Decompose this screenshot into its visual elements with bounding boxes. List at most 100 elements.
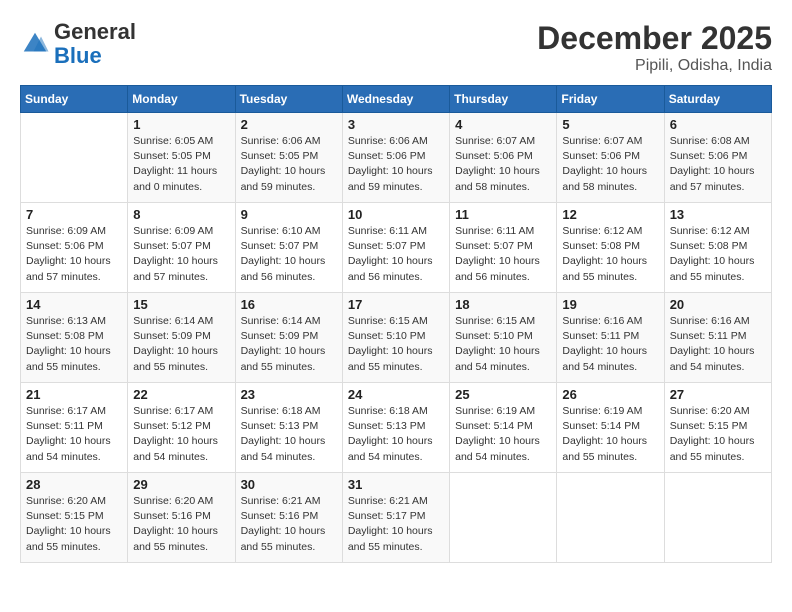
- day-cell: 12 Sunrise: 6:12 AMSunset: 5:08 PMDayligh…: [557, 203, 664, 293]
- day-cell: 10 Sunrise: 6:11 AMSunset: 5:07 PMDayligh…: [342, 203, 449, 293]
- week-row-2: 7 Sunrise: 6:09 AMSunset: 5:06 PMDaylight…: [21, 203, 772, 293]
- day-cell: [21, 113, 128, 203]
- day-info: Sunrise: 6:17 AMSunset: 5:12 PMDaylight:…: [133, 404, 229, 465]
- day-info: Sunrise: 6:19 AMSunset: 5:14 PMDaylight:…: [455, 404, 551, 465]
- day-number: 11: [455, 207, 551, 222]
- day-number: 28: [26, 477, 122, 492]
- day-info: Sunrise: 6:09 AMSunset: 5:07 PMDaylight:…: [133, 224, 229, 285]
- day-cell: 29Sunrise: 6:20 AMSunset: 5:16 PMDayligh…: [128, 473, 235, 563]
- column-header-thursday: Thursday: [450, 86, 557, 113]
- day-number: 10: [348, 207, 444, 222]
- day-cell: 21 Sunrise: 6:17 AMSunset: 5:11 PMDayligh…: [21, 383, 128, 473]
- day-cell: [557, 473, 664, 563]
- day-number: 22: [133, 387, 229, 402]
- week-row-4: 21 Sunrise: 6:17 AMSunset: 5:11 PMDayligh…: [21, 383, 772, 473]
- week-row-3: 14Sunrise: 6:13 AMSunset: 5:08 PMDayligh…: [21, 293, 772, 383]
- header-row: SundayMondayTuesdayWednesdayThursdayFrid…: [21, 86, 772, 113]
- day-info: Sunrise: 6:19 AMSunset: 5:14 PMDaylight:…: [562, 404, 658, 465]
- week-row-5: 28 Sunrise: 6:20 AMSunset: 5:15 PMDayligh…: [21, 473, 772, 563]
- day-info: Sunrise: 6:10 AMSunset: 5:07 PMDaylight:…: [241, 224, 337, 285]
- day-number: 2: [241, 117, 337, 132]
- day-cell: 31Sunrise: 6:21 AMSunset: 5:17 PMDayligh…: [342, 473, 449, 563]
- day-number: 13: [670, 207, 766, 222]
- day-info: Sunrise: 6:12 AMSunset: 5:08 PMDaylight:…: [670, 224, 766, 285]
- day-info: Sunrise: 6:21 AMSunset: 5:16 PMDaylight:…: [241, 494, 337, 555]
- day-number: 6: [670, 117, 766, 132]
- day-number: 15: [133, 297, 229, 312]
- calendar-header: SundayMondayTuesdayWednesdayThursdayFrid…: [21, 86, 772, 113]
- day-info: Sunrise: 6:15 AMSunset: 5:10 PMDaylight:…: [455, 314, 551, 375]
- calendar-body: 1 Sunrise: 6:05 AMSunset: 5:05 PMDaylight…: [21, 113, 772, 563]
- day-number: 4: [455, 117, 551, 132]
- day-info: Sunrise: 6:09 AMSunset: 5:06 PMDaylight:…: [26, 224, 122, 285]
- day-number: 3: [348, 117, 444, 132]
- location-subtitle: Pipili, Odisha, India: [537, 57, 772, 75]
- day-cell: [450, 473, 557, 563]
- day-cell: 5 Sunrise: 6:07 AMSunset: 5:06 PMDaylight…: [557, 113, 664, 203]
- day-number: 8: [133, 207, 229, 222]
- day-cell: 6 Sunrise: 6:08 AMSunset: 5:06 PMDaylight…: [664, 113, 771, 203]
- column-header-sunday: Sunday: [21, 86, 128, 113]
- column-header-friday: Friday: [557, 86, 664, 113]
- day-info: Sunrise: 6:12 AMSunset: 5:08 PMDaylight:…: [562, 224, 658, 285]
- day-number: 1: [133, 117, 229, 132]
- day-info: Sunrise: 6:16 AMSunset: 5:11 PMDaylight:…: [670, 314, 766, 375]
- title-block: December 2025 Pipili, Odisha, India: [537, 20, 772, 75]
- day-number: 20: [670, 297, 766, 312]
- day-number: 7: [26, 207, 122, 222]
- day-info: Sunrise: 6:11 AMSunset: 5:07 PMDaylight:…: [455, 224, 551, 285]
- day-info: Sunrise: 6:07 AMSunset: 5:06 PMDaylight:…: [455, 134, 551, 195]
- day-cell: 3 Sunrise: 6:06 AMSunset: 5:06 PMDaylight…: [342, 113, 449, 203]
- day-info: Sunrise: 6:05 AMSunset: 5:05 PMDaylight:…: [133, 134, 229, 195]
- day-cell: 8 Sunrise: 6:09 AMSunset: 5:07 PMDaylight…: [128, 203, 235, 293]
- day-number: 29: [133, 477, 229, 492]
- day-number: 31: [348, 477, 444, 492]
- day-number: 14: [26, 297, 122, 312]
- month-title: December 2025: [537, 20, 772, 57]
- day-info: Sunrise: 6:06 AMSunset: 5:06 PMDaylight:…: [348, 134, 444, 195]
- day-cell: 17 Sunrise: 6:15 AMSunset: 5:10 PMDayligh…: [342, 293, 449, 383]
- day-cell: 20 Sunrise: 6:16 AMSunset: 5:11 PMDayligh…: [664, 293, 771, 383]
- day-number: 19: [562, 297, 658, 312]
- logo-icon: [20, 29, 50, 59]
- day-cell: 16 Sunrise: 6:14 AMSunset: 5:09 PMDayligh…: [235, 293, 342, 383]
- day-number: 26: [562, 387, 658, 402]
- day-info: Sunrise: 6:08 AMSunset: 5:06 PMDaylight:…: [670, 134, 766, 195]
- day-number: 25: [455, 387, 551, 402]
- day-info: Sunrise: 6:16 AMSunset: 5:11 PMDaylight:…: [562, 314, 658, 375]
- day-cell: 23Sunrise: 6:18 AMSunset: 5:13 PMDayligh…: [235, 383, 342, 473]
- day-cell: 4 Sunrise: 6:07 AMSunset: 5:06 PMDaylight…: [450, 113, 557, 203]
- day-cell: 9 Sunrise: 6:10 AMSunset: 5:07 PMDaylight…: [235, 203, 342, 293]
- calendar-table: SundayMondayTuesdayWednesdayThursdayFrid…: [20, 85, 772, 563]
- day-number: 21: [26, 387, 122, 402]
- day-cell: 27 Sunrise: 6:20 AMSunset: 5:15 PMDayligh…: [664, 383, 771, 473]
- day-info: Sunrise: 6:18 AMSunset: 5:13 PMDaylight:…: [348, 404, 444, 465]
- day-cell: 26 Sunrise: 6:19 AMSunset: 5:14 PMDayligh…: [557, 383, 664, 473]
- day-cell: 25 Sunrise: 6:19 AMSunset: 5:14 PMDayligh…: [450, 383, 557, 473]
- day-number: 9: [241, 207, 337, 222]
- logo-general-text: General: [54, 19, 136, 44]
- day-info: Sunrise: 6:17 AMSunset: 5:11 PMDaylight:…: [26, 404, 122, 465]
- day-info: Sunrise: 6:11 AMSunset: 5:07 PMDaylight:…: [348, 224, 444, 285]
- day-cell: [664, 473, 771, 563]
- day-cell: 13 Sunrise: 6:12 AMSunset: 5:08 PMDayligh…: [664, 203, 771, 293]
- day-cell: 7 Sunrise: 6:09 AMSunset: 5:06 PMDaylight…: [21, 203, 128, 293]
- column-header-wednesday: Wednesday: [342, 86, 449, 113]
- day-number: 5: [562, 117, 658, 132]
- day-info: Sunrise: 6:07 AMSunset: 5:06 PMDaylight:…: [562, 134, 658, 195]
- day-number: 16: [241, 297, 337, 312]
- week-row-1: 1 Sunrise: 6:05 AMSunset: 5:05 PMDaylight…: [21, 113, 772, 203]
- day-number: 17: [348, 297, 444, 312]
- day-info: Sunrise: 6:14 AMSunset: 5:09 PMDaylight:…: [133, 314, 229, 375]
- day-info: Sunrise: 6:14 AMSunset: 5:09 PMDaylight:…: [241, 314, 337, 375]
- day-info: Sunrise: 6:20 AMSunset: 5:15 PMDaylight:…: [670, 404, 766, 465]
- day-number: 12: [562, 207, 658, 222]
- logo-blue-text: Blue: [54, 43, 102, 68]
- logo-text: General Blue: [54, 20, 136, 68]
- day-cell: 15 Sunrise: 6:14 AMSunset: 5:09 PMDayligh…: [128, 293, 235, 383]
- column-header-monday: Monday: [128, 86, 235, 113]
- day-info: Sunrise: 6:15 AMSunset: 5:10 PMDaylight:…: [348, 314, 444, 375]
- day-number: 24: [348, 387, 444, 402]
- day-info: Sunrise: 6:20 AMSunset: 5:15 PMDaylight:…: [26, 494, 122, 555]
- day-number: 27: [670, 387, 766, 402]
